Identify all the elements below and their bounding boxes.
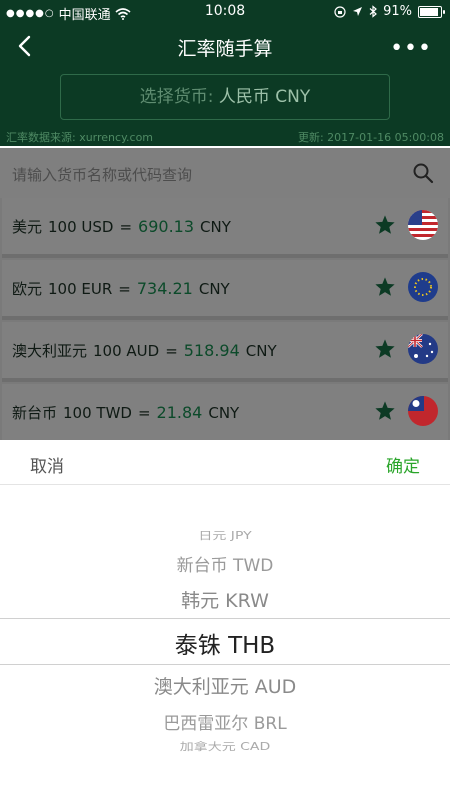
tw-flag-icon — [408, 396, 438, 426]
currency-name: 新台币 — [12, 404, 58, 422]
search-input[interactable]: 请输入货币名称或代码查询 — [12, 164, 192, 185]
target-currency: CNY — [200, 218, 231, 236]
picker-option-selected[interactable]: 泰铢 THB — [0, 626, 450, 660]
rate-value: 21.84 — [156, 403, 203, 422]
favorite-star-icon[interactable] — [374, 276, 396, 298]
rate-value: 518.94 — [183, 341, 240, 360]
update-time-text: 更新: 2017-01-16 05:00:08 — [297, 131, 444, 144]
location-icon — [353, 7, 363, 16]
page-title: 汇率随手算 — [177, 38, 273, 60]
rate-row-aud[interactable]: 澳大利亚元 100 AUD = 518.94 CNY — [2, 322, 448, 382]
currency-picker-sheet: 取消 确定 日元 JPY 新台币 TWD 韩元 KRW 泰铢 THB 澳大利亚元… — [0, 440, 450, 800]
picker-option[interactable]: 韩元 KRW — [0, 586, 450, 613]
target-currency: CNY — [245, 342, 277, 360]
status-bar: ●●●●○ 中国联通 10:08 91% — [0, 0, 450, 24]
rate-value: 690.13 — [138, 217, 195, 236]
target-currency: CNY — [208, 404, 240, 422]
currency-name: 欧元 — [12, 280, 43, 298]
currency-amount: 100 EUR — [48, 280, 113, 298]
selector-area: 选择货币: 人民币 CNY — [0, 68, 450, 126]
eu-flag-icon — [408, 272, 438, 302]
confirm-button[interactable]: 确定 — [386, 452, 420, 477]
rate-row-usd[interactable]: 美元 100 USD = 690.13 CNY — [2, 198, 448, 258]
picker-option[interactable]: 澳大利亚元 AUD — [0, 672, 450, 699]
battery-icon — [418, 5, 445, 18]
currency-name: 美元 — [12, 218, 43, 236]
picker-option[interactable]: 新台币 TWD — [0, 551, 450, 576]
picker-selection-bottom-line — [0, 664, 450, 665]
favorite-star-icon[interactable] — [374, 214, 396, 236]
cancel-button[interactable]: 取消 — [30, 452, 64, 477]
target-currency: CNY — [198, 280, 230, 298]
data-source-text: 汇率数据来源: xurrency.com — [6, 131, 154, 144]
rate-list: 美元 100 USD = 690.13 CNY 欧元 100 EUR = 734… — [0, 198, 450, 444]
currency-amount: 100 TWD — [63, 404, 132, 422]
favorite-star-icon[interactable] — [374, 338, 396, 360]
currency-amount: 100 AUD — [93, 342, 160, 360]
equals-sign: = — [165, 342, 178, 360]
search-icon[interactable] — [412, 162, 434, 184]
rate-row-twd[interactable]: 新台币 100 TWD = 21.84 CNY — [2, 384, 448, 444]
us-flag-icon — [408, 210, 438, 240]
picker-toolbar: 取消 确定 — [0, 440, 450, 485]
favorite-star-icon[interactable] — [374, 400, 396, 422]
equals-sign: = — [137, 404, 151, 422]
more-options-icon[interactable]: ••• — [390, 36, 432, 61]
equals-sign: = — [118, 280, 131, 298]
base-currency-selector[interactable]: 选择货币: 人民币 CNY — [60, 74, 390, 120]
picker-option[interactable]: 巴西雷亚尔 BRL — [0, 709, 450, 734]
rate-row-eur[interactable]: 欧元 100 EUR = 734.21 CNY — [2, 260, 448, 320]
nav-bar: 汇率随手算 ••• — [0, 24, 450, 68]
au-flag-icon — [408, 334, 438, 364]
picker-option[interactable]: 日元 JPY — [0, 528, 450, 543]
selector-value: 人民币 CNY — [218, 87, 311, 107]
equals-sign: = — [119, 218, 133, 236]
rate-value: 734.21 — [136, 279, 193, 298]
battery-percent: 91% — [383, 4, 412, 19]
search-bar[interactable]: 请输入货币名称或代码查询 — [0, 148, 450, 198]
picker-option[interactable]: 加拿大元 CAD — [0, 739, 450, 754]
status-right: 91% — [334, 4, 445, 19]
selector-label: 选择货币: — [139, 87, 214, 107]
picker-wheel[interactable]: 日元 JPY 新台币 TWD 韩元 KRW 泰铢 THB 澳大利亚元 AUD 巴… — [0, 485, 450, 800]
info-line: 汇率数据来源: xurrency.com 更新: 2017-01-16 05:0… — [0, 126, 450, 146]
bluetooth-icon — [369, 5, 378, 18]
currency-name: 澳大利亚元 — [12, 342, 88, 360]
picker-selection-top-line — [0, 618, 450, 619]
rotation-lock-icon — [334, 5, 346, 18]
currency-amount: 100 USD — [48, 218, 114, 236]
